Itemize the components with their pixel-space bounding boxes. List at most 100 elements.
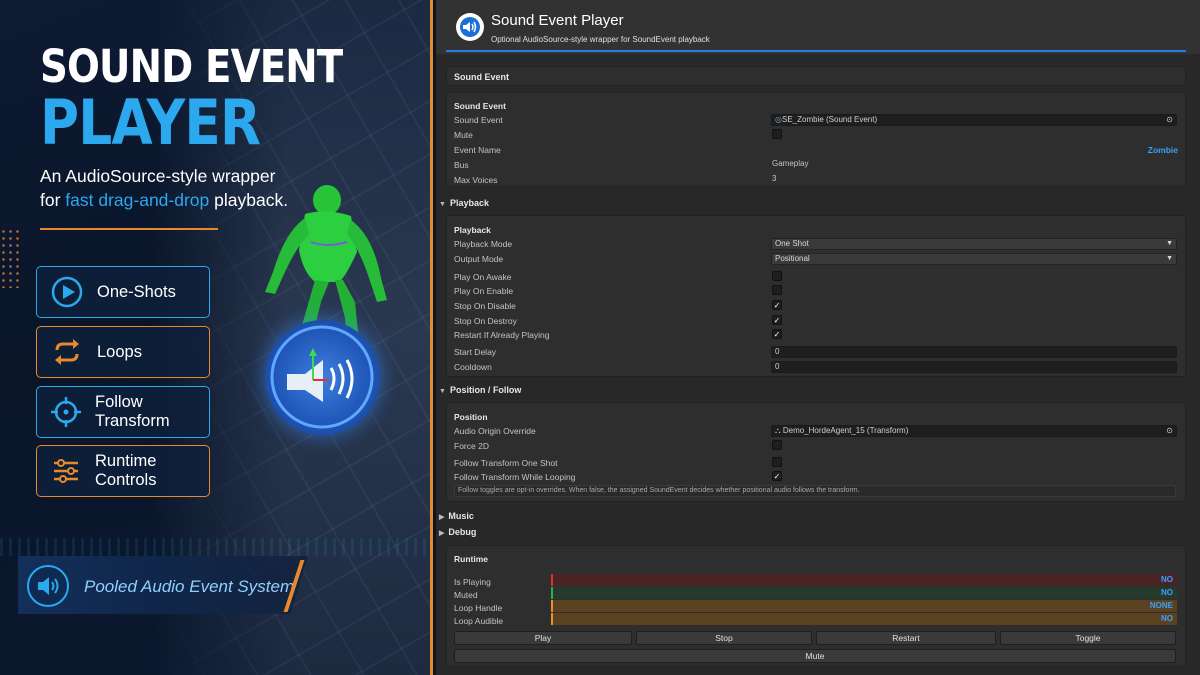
promo-panel: SOUND EVENT PLAYER An AudioSource-style … xyxy=(0,0,433,675)
inspector-header: Sound Event Player Optional AudioSource-… xyxy=(436,0,1200,54)
feature-follow-transform: Follow Transform xyxy=(36,386,210,438)
feature-runtime-controls: Runtime Controls xyxy=(36,445,210,497)
foldout-label: Debug xyxy=(448,527,477,537)
feature-label: Runtime Controls xyxy=(95,452,157,489)
sound-event-field[interactable]: ◎SE_Zombie (Sound Event) ⊙ xyxy=(771,114,1177,126)
chevron-right-icon: ▶ xyxy=(439,514,445,521)
decor-dots xyxy=(0,228,20,288)
promo-subtitle-line2: for fast drag-and-drop playback. xyxy=(40,188,288,212)
feature-label: Loops xyxy=(97,342,142,361)
output-mode-dropdown[interactable]: Positional ▼ xyxy=(771,253,1177,265)
header-accent-bar xyxy=(446,50,1186,52)
field-label: Audio Origin Override xyxy=(454,426,536,436)
event-name-value: Zombie xyxy=(1147,145,1178,155)
subtitle-pre: for xyxy=(40,190,66,210)
position-section: Position Audio Origin Override ⛬ Demo_Ho… xyxy=(446,402,1186,502)
bus-value: Gameplay xyxy=(772,159,809,168)
follow-hint-box: Follow toggles are opt-in overrides. Whe… xyxy=(454,485,1176,497)
zombie-figure xyxy=(265,185,387,342)
subtitle-highlight: fast drag-and-drop xyxy=(65,190,210,210)
chevron-down-icon: ▼ xyxy=(439,201,446,208)
foldout-playback[interactable]: ▼ Playback xyxy=(439,198,489,208)
loop-handle-status: NONE xyxy=(551,600,1177,612)
restart-button[interactable]: Restart xyxy=(816,631,996,645)
field-label: Play On Awake xyxy=(454,272,512,282)
max-voices-value: 3 xyxy=(772,174,777,183)
foldout-position[interactable]: ▼ Position / Follow xyxy=(439,385,521,395)
field-label: Max Voices xyxy=(454,175,498,185)
audio-origin-field[interactable]: ⛬ Demo_HordeAgent_15 (Transform) ⊙ xyxy=(771,425,1177,437)
follow-looping-checkbox[interactable]: ✓ xyxy=(772,471,782,481)
field-label: Force 2D xyxy=(454,441,489,451)
foldout-label: Playback xyxy=(449,198,489,208)
toggle-button[interactable]: Toggle xyxy=(1000,631,1176,645)
promo-subtitle: An AudioSource-style wrapper for fast dr… xyxy=(40,164,288,212)
field-label: Start Delay xyxy=(454,347,497,357)
foldout-label: Music xyxy=(448,511,474,521)
object-picker-icon[interactable]: ⊙ xyxy=(1166,426,1173,436)
is-playing-status: NO xyxy=(551,574,1177,586)
dropdown-value: One Shot xyxy=(775,239,809,248)
field-label: Sound Event xyxy=(454,115,503,125)
speaker-icon xyxy=(27,565,69,607)
field-label: Muted xyxy=(454,590,478,600)
footer-label: Pooled Audio Event System xyxy=(84,577,295,596)
mute-checkbox[interactable] xyxy=(772,129,782,139)
loop-icon xyxy=(50,335,84,369)
loop-audible-status: NO xyxy=(551,613,1177,625)
play-on-awake-checkbox[interactable] xyxy=(772,271,782,281)
force-2d-checkbox[interactable] xyxy=(772,440,782,450)
inspector-title: Sound Event Player xyxy=(491,12,624,29)
field-label: Playback Mode xyxy=(454,239,513,249)
sound-event-value: SE_Zombie (Sound Event) xyxy=(781,115,878,124)
group-label: Runtime xyxy=(454,554,488,564)
cooldown-input[interactable]: 0 xyxy=(771,361,1177,373)
follow-one-shot-checkbox[interactable] xyxy=(772,457,782,467)
field-label: Restart If Already Playing xyxy=(454,330,550,340)
play-icon xyxy=(50,275,84,309)
dropdown-value: Positional xyxy=(775,254,810,263)
field-label: Follow Transform While Looping xyxy=(454,472,576,482)
foldout-music[interactable]: ▶ Music xyxy=(439,511,474,521)
runtime-section: Runtime Is Playing NO Muted NO Loop Hand… xyxy=(446,545,1186,667)
play-button[interactable]: Play xyxy=(454,631,632,645)
orange-rule xyxy=(40,228,218,230)
chevron-down-icon: ▼ xyxy=(1166,255,1173,262)
feature-one-shots: One-Shots xyxy=(36,266,210,318)
group-label: Position xyxy=(454,412,488,422)
chevron-right-icon: ▶ xyxy=(439,530,445,537)
foldout-debug[interactable]: ▶ Debug xyxy=(439,527,476,537)
field-label: Follow Transform One Shot xyxy=(454,458,558,468)
playback-section: Playback Playback Mode One Shot ▼ Output … xyxy=(446,215,1186,377)
play-on-enable-checkbox[interactable] xyxy=(772,285,782,295)
inspector-panel: Sound Event Player Optional AudioSource-… xyxy=(436,0,1200,675)
restart-checkbox[interactable]: ✓ xyxy=(772,329,782,339)
speaker-gizmo-icon xyxy=(270,325,374,429)
stop-on-destroy-checkbox[interactable]: ✓ xyxy=(772,315,782,325)
feature-loops: Loops xyxy=(36,326,210,378)
inspector-subtitle: Optional AudioSource-style wrapper for S… xyxy=(491,35,710,44)
field-label: Mute xyxy=(454,130,473,140)
field-label: Bus xyxy=(454,160,469,170)
promo-subtitle-line1: An AudioSource-style wrapper xyxy=(40,166,276,186)
field-label: Stop On Disable xyxy=(454,301,516,311)
stop-on-disable-checkbox[interactable]: ✓ xyxy=(772,300,782,310)
feature-label: Follow Transform xyxy=(95,393,170,430)
group-label: Playback xyxy=(454,225,491,235)
foldout-label: Position / Follow xyxy=(449,385,522,395)
field-label: Event Name xyxy=(454,145,501,155)
sound-event-header-box: Sound Event xyxy=(446,66,1186,86)
stop-button[interactable]: Stop xyxy=(636,631,812,645)
start-delay-input[interactable]: 0 xyxy=(771,346,1177,358)
field-label: Loop Handle xyxy=(454,603,503,613)
sound-event-section: Sound Event Sound Event ◎SE_Zombie (Soun… xyxy=(446,92,1186,187)
mute-button[interactable]: Mute xyxy=(454,649,1176,663)
field-label: Cooldown xyxy=(454,362,492,372)
chevron-down-icon: ▼ xyxy=(439,388,446,395)
playback-mode-dropdown[interactable]: One Shot ▼ xyxy=(771,238,1177,250)
field-label: Play On Enable xyxy=(454,286,514,296)
field-label: Output Mode xyxy=(454,254,504,264)
field-label: Stop On Destroy xyxy=(454,316,517,326)
promo-title-line2: PLAYER xyxy=(40,86,261,159)
object-picker-icon[interactable]: ⊙ xyxy=(1166,115,1173,125)
